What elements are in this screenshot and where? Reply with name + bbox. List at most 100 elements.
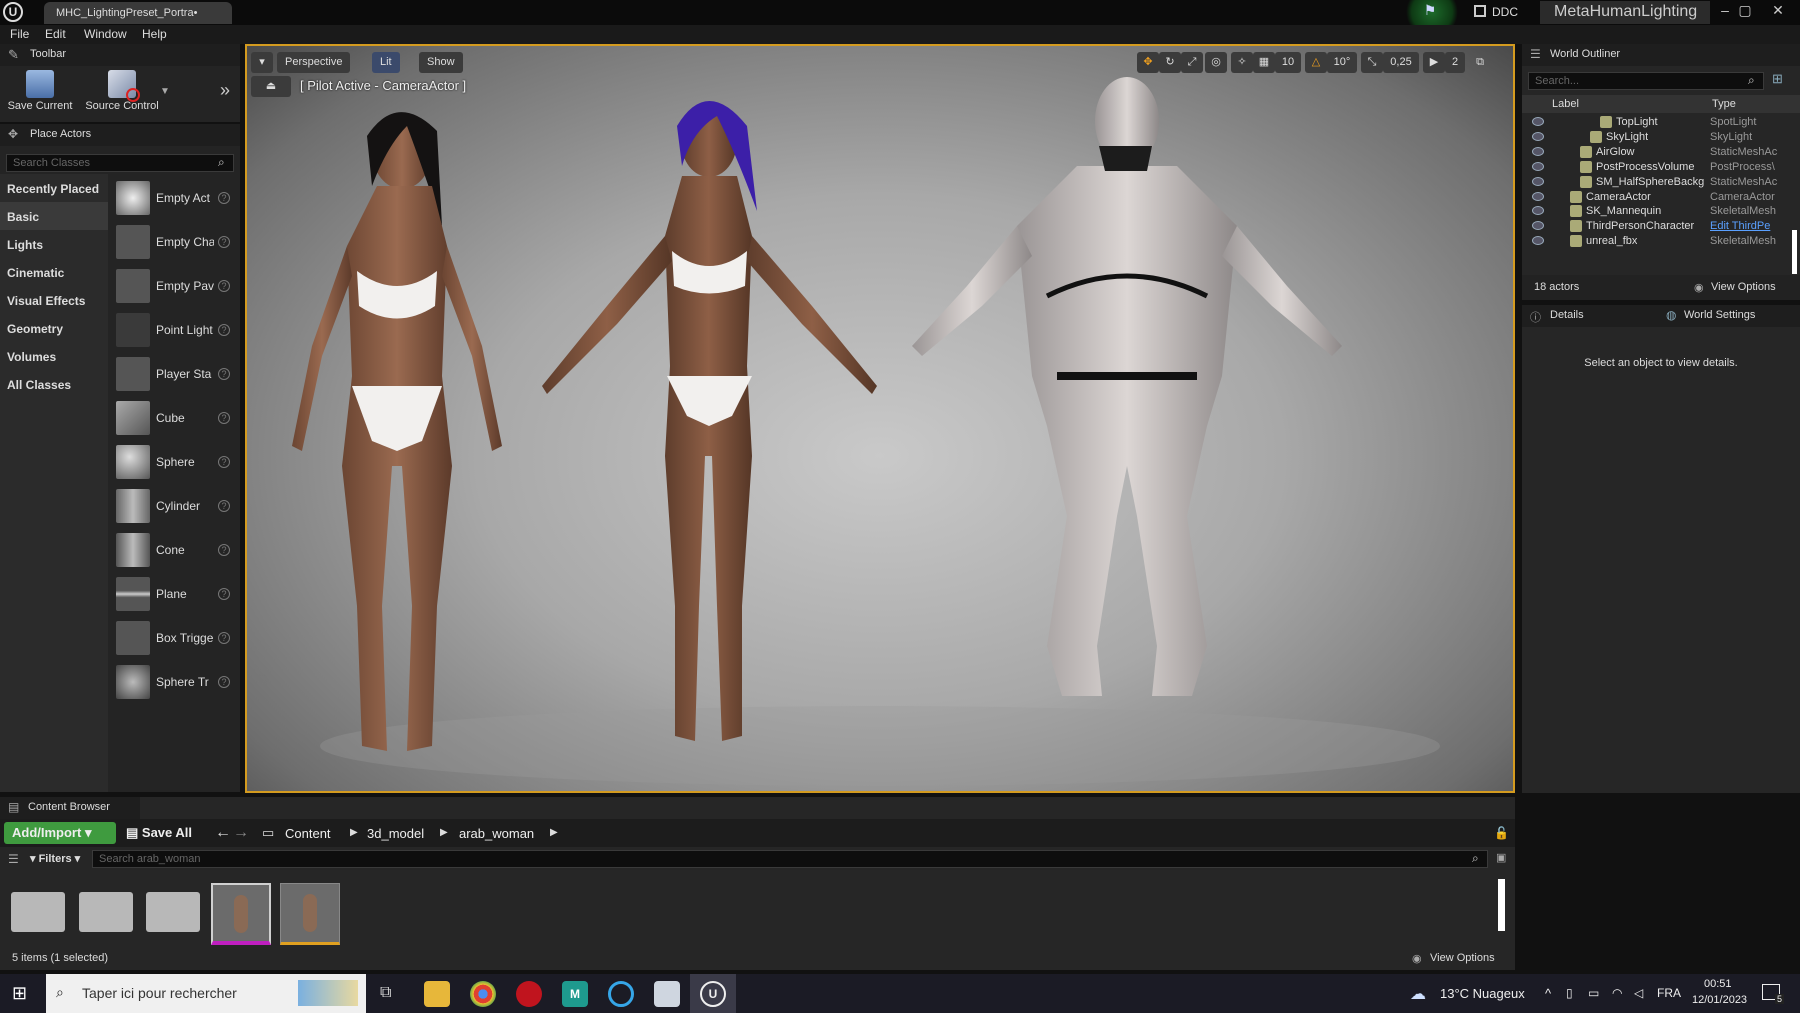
help-icon[interactable]: ?	[218, 544, 230, 556]
outliner-row[interactable]: unreal_fbx SkeletalMesh	[1522, 233, 1790, 250]
save-all-button[interactable]: ▤ Save All	[126, 825, 192, 847]
category-lights[interactable]: Lights	[0, 230, 108, 258]
content-browser-tab-label[interactable]: Content Browser	[28, 801, 110, 813]
forward-arrow-icon[interactable]: →	[233, 824, 249, 842]
toolbar-tab-label[interactable]: Toolbar	[30, 48, 66, 60]
visibility-eye-icon[interactable]	[1532, 161, 1544, 171]
sources-toggle-icon[interactable]: ☰	[8, 852, 19, 866]
clock-date[interactable]: 12/01/2023	[1692, 994, 1747, 1006]
folder-item[interactable]	[79, 892, 133, 932]
actor-point-light[interactable]: Point Light?	[116, 310, 236, 352]
content-view-options[interactable]: View Options	[1430, 952, 1495, 964]
visibility-eye-icon[interactable]	[1532, 117, 1544, 126]
tray-display-icon[interactable]: ▭	[1588, 986, 1599, 1000]
visibility-eye-icon[interactable]	[1532, 191, 1544, 201]
visibility-eye-icon[interactable]	[1532, 221, 1544, 231]
world-settings-tab[interactable]: World Settings	[1684, 309, 1755, 321]
save-search-icon[interactable]: ▣	[1496, 851, 1506, 864]
outliner-tab-label[interactable]: World Outliner	[1550, 48, 1620, 60]
column-type[interactable]: Type	[1712, 98, 1736, 110]
category-volumes[interactable]: Volumes	[0, 342, 108, 370]
wifi-icon[interactable]: ◠	[1612, 986, 1622, 1000]
visibility-eye-icon[interactable]	[1532, 236, 1544, 246]
chrome-icon[interactable]	[470, 981, 496, 1007]
task-view-icon[interactable]: ⧉	[380, 984, 391, 1002]
category-geometry[interactable]: Geometry	[0, 314, 108, 342]
outliner-search-input[interactable]: Search...	[1528, 72, 1764, 90]
help-icon[interactable]: ?	[218, 500, 230, 512]
actor-cube[interactable]: Cube?	[116, 398, 236, 440]
search-classes-input[interactable]: Search Classes	[6, 154, 234, 172]
save-current-button[interactable]: Save Current	[4, 70, 76, 120]
add-filter-icon[interactable]: ⊞	[1772, 71, 1783, 87]
blue-circle-app-icon[interactable]	[608, 981, 634, 1007]
tray-chevron-icon[interactable]: ^	[1545, 986, 1551, 1001]
tray-device-icon[interactable]: ▯	[1566, 986, 1573, 1000]
window-app-icon[interactable]	[654, 981, 680, 1007]
help-icon[interactable]: ?	[218, 456, 230, 468]
unreal-taskbar-button[interactable]: U	[690, 974, 736, 1013]
close-button[interactable]: ✕	[1768, 2, 1788, 20]
actor-cone[interactable]: Cone?	[116, 530, 236, 572]
add-import-button[interactable]: Add/Import ▾	[4, 822, 116, 844]
help-icon[interactable]: ?	[218, 632, 230, 644]
notification-icon[interactable]: ⚑	[1420, 2, 1440, 22]
document-tab[interactable]: MHC_LightingPreset_Portra•	[44, 2, 232, 24]
content-scrollbar[interactable]	[1498, 879, 1505, 931]
help-icon[interactable]: ?	[218, 588, 230, 600]
visibility-eye-icon[interactable]	[1532, 176, 1544, 186]
actor-box-trigger[interactable]: Box Trigge?	[116, 618, 236, 660]
speaker-icon[interactable]: ◁	[1634, 986, 1643, 1000]
category-all-classes[interactable]: All Classes	[0, 370, 108, 398]
help-icon[interactable]: ?	[218, 192, 230, 204]
column-label[interactable]: Label	[1552, 98, 1579, 110]
asset-thumbnail[interactable]	[280, 883, 340, 945]
actor-sphere[interactable]: Sphere?	[116, 442, 236, 484]
actor-empty-actor[interactable]: Empty Act?	[116, 178, 236, 220]
outliner-scrollbar[interactable]	[1792, 230, 1797, 274]
actor-empty-character[interactable]: Empty Cha?	[116, 222, 236, 264]
weather-text[interactable]: 13°C Nuageux	[1440, 986, 1525, 1001]
visibility-eye-icon[interactable]	[1532, 146, 1544, 156]
maya-icon[interactable]: M	[562, 981, 588, 1007]
menu-help[interactable]: Help	[142, 27, 167, 41]
menu-file[interactable]: File	[10, 27, 29, 41]
expand-toolbar-icon[interactable]: »	[220, 80, 230, 101]
source-control-button[interactable]: Source Control	[80, 70, 164, 120]
lock-icon[interactable]: 🔓	[1494, 826, 1509, 840]
actor-cylinder[interactable]: Cylinder?	[116, 486, 236, 528]
category-basic[interactable]: Basic	[0, 202, 108, 230]
level-viewport[interactable]: ▾ Perspective Lit Show ⏏ [ Pilot Active …	[245, 44, 1515, 793]
category-recently-placed[interactable]: Recently Placed	[0, 174, 108, 202]
taskbar-search-box[interactable]: ⌕ Taper ici pour rechercher	[46, 974, 366, 1013]
clock-time[interactable]: 00:51	[1704, 978, 1732, 990]
asset-thumbnail-selected[interactable]	[211, 883, 271, 945]
visibility-eye-icon[interactable]	[1532, 206, 1544, 216]
path-content[interactable]: Content	[285, 826, 331, 848]
category-cinematic[interactable]: Cinematic	[0, 258, 108, 286]
menu-edit[interactable]: Edit	[45, 27, 66, 41]
folder-item[interactable]	[11, 892, 65, 932]
help-icon[interactable]: ?	[218, 280, 230, 292]
back-arrow-icon[interactable]: ←	[215, 824, 231, 842]
maximize-button[interactable]: ▢	[1735, 2, 1755, 20]
category-visual-effects[interactable]: Visual Effects	[0, 286, 108, 314]
help-icon[interactable]: ?	[218, 324, 230, 336]
actor-plane[interactable]: Plane?	[116, 574, 236, 616]
actor-sphere-trigger[interactable]: Sphere Tr?	[116, 662, 236, 704]
ddc-label[interactable]: DDC	[1492, 5, 1518, 19]
opera-icon[interactable]	[516, 981, 542, 1007]
file-explorer-icon[interactable]	[424, 981, 450, 1007]
actor-player-start[interactable]: Player Sta?	[116, 354, 236, 396]
windows-start-icon[interactable]: ⊞	[12, 983, 27, 1004]
menu-window[interactable]: Window	[84, 27, 127, 41]
path-arab-woman[interactable]: arab_woman	[459, 826, 534, 848]
place-actors-tab-label[interactable]: Place Actors	[30, 128, 91, 140]
outliner-view-options[interactable]: View Options	[1711, 281, 1776, 293]
edit-blueprint-link[interactable]: Edit ThirdPe	[1710, 220, 1782, 232]
help-icon[interactable]: ?	[218, 676, 230, 688]
unreal-logo-icon[interactable]: U	[3, 2, 23, 22]
help-icon[interactable]: ?	[218, 236, 230, 248]
help-icon[interactable]: ?	[218, 412, 230, 424]
chevron-down-icon[interactable]: ▼	[160, 86, 170, 97]
